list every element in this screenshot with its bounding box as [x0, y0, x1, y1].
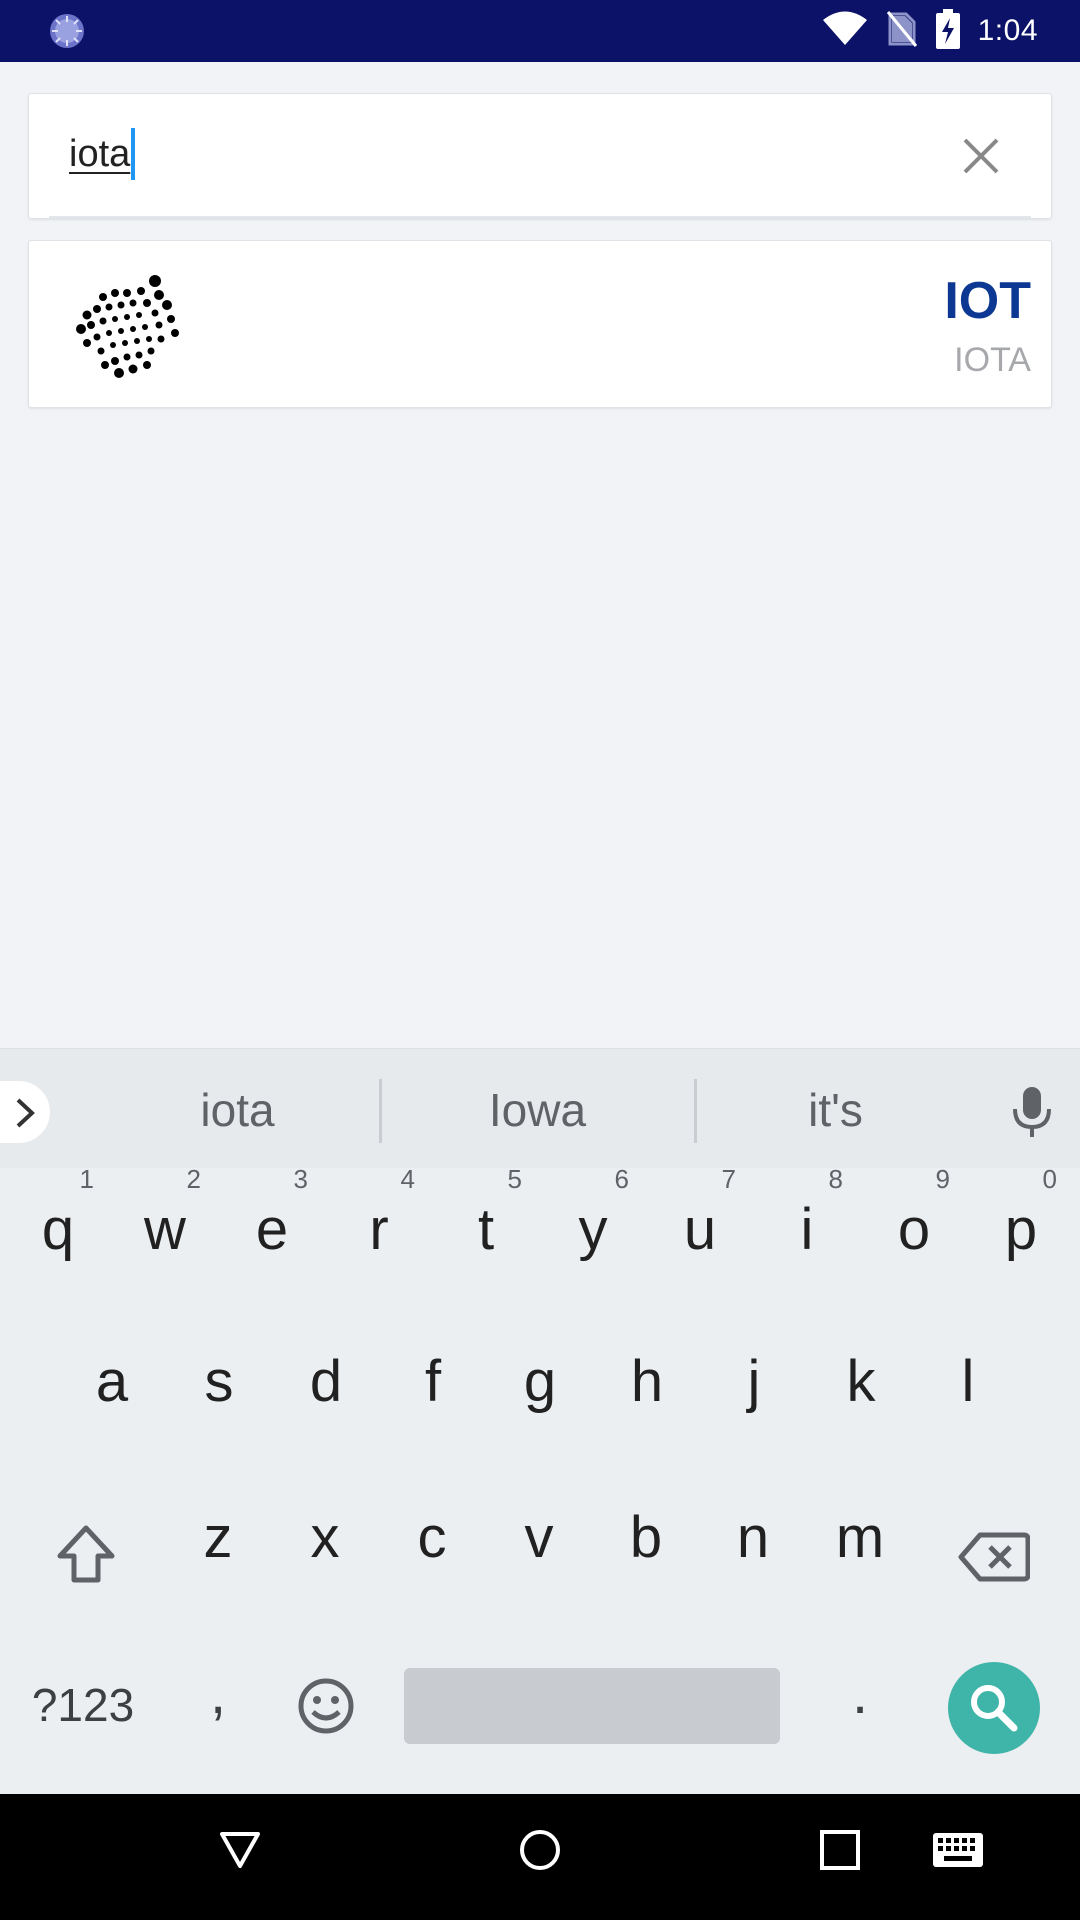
divider — [379, 1079, 382, 1143]
key-number-hint: 0 — [1042, 1164, 1057, 1194]
key-z[interactable]: z — [168, 1504, 268, 1571]
key-number-hint: 3 — [293, 1164, 308, 1194]
shift-key[interactable] — [36, 1524, 136, 1598]
battery-charging-icon — [935, 8, 960, 54]
soft-keyboard: iota Iowa it's q1w2e3r4t5y6u7i8o9p0 asdf… — [0, 1048, 1080, 1794]
search-icon — [971, 1685, 1018, 1732]
divider — [694, 1079, 697, 1143]
status-bar: 1:04 — [0, 0, 1080, 62]
emoji-key[interactable] — [276, 1676, 376, 1750]
key-j[interactable]: j — [704, 1348, 804, 1415]
navigation-bar — [0, 1794, 1080, 1920]
key-b[interactable]: b — [596, 1504, 696, 1571]
key-number-hint: 5 — [507, 1164, 522, 1194]
key-l[interactable]: l — [918, 1348, 1018, 1415]
period-key[interactable]: . — [810, 1660, 910, 1727]
key-u[interactable]: u7 — [650, 1164, 750, 1263]
keyboard-icon[interactable] — [932, 1832, 984, 1873]
search-input[interactable]: iota — [69, 124, 889, 184]
key-label: u — [683, 1197, 717, 1262]
space-key[interactable] — [404, 1668, 780, 1744]
search-key[interactable] — [948, 1662, 1040, 1754]
suggestion-3[interactable]: it's — [768, 1083, 903, 1137]
key-number-hint: 8 — [828, 1164, 843, 1194]
key-number-hint: 7 — [721, 1164, 736, 1194]
key-e[interactable]: e3 — [222, 1164, 322, 1263]
key-y[interactable]: y6 — [543, 1164, 643, 1263]
key-label: q — [41, 1197, 75, 1262]
key-label: e — [255, 1197, 289, 1262]
list-item-iota[interactable]: IOT IOTA — [28, 240, 1052, 408]
key-number-hint: 9 — [935, 1164, 950, 1194]
key-number-hint: 1 — [79, 1164, 94, 1194]
key-number-hint: 2 — [186, 1164, 201, 1194]
key-i[interactable]: i8 — [757, 1164, 857, 1263]
key-q[interactable]: q1 — [8, 1164, 108, 1263]
suggestion-1[interactable]: iota — [170, 1083, 305, 1137]
key-t[interactable]: t5 — [436, 1164, 536, 1263]
emoji-icon — [298, 1678, 354, 1734]
symbols-key[interactable]: ?123 — [28, 1678, 138, 1732]
search-box: iota — [28, 93, 1052, 219]
coin-name: IOTA — [954, 341, 1031, 379]
key-n[interactable]: n — [703, 1504, 803, 1571]
chevron-right-icon — [16, 1098, 35, 1128]
key-f[interactable]: f — [383, 1348, 483, 1415]
backspace-key[interactable] — [944, 1530, 1044, 1597]
backspace-icon — [958, 1532, 1031, 1582]
key-number-hint: 4 — [400, 1164, 415, 1194]
text-cursor — [131, 128, 136, 180]
key-label: i — [800, 1197, 814, 1262]
comma-key[interactable]: , — [168, 1660, 268, 1727]
wifi-icon — [822, 11, 868, 52]
key-s[interactable]: s — [169, 1348, 269, 1415]
search-underline — [49, 216, 1031, 218]
suggestion-2[interactable]: Iowa — [470, 1083, 605, 1137]
key-m[interactable]: m — [810, 1504, 910, 1571]
no-sim-icon — [886, 10, 918, 53]
key-a[interactable]: a — [62, 1348, 162, 1415]
key-label: y — [578, 1197, 608, 1262]
key-label: w — [144, 1197, 186, 1262]
suggestion-bar: iota Iowa it's — [0, 1048, 1080, 1168]
key-p[interactable]: p0 — [971, 1164, 1071, 1263]
key-d[interactable]: d — [276, 1348, 376, 1415]
key-v[interactable]: v — [489, 1504, 589, 1571]
key-c[interactable]: c — [382, 1504, 482, 1571]
microphone-icon[interactable] — [1008, 1085, 1056, 1139]
iota-logo — [75, 271, 195, 381]
coin-symbol: IOT — [944, 272, 1031, 330]
back-icon[interactable] — [218, 1828, 262, 1877]
key-h[interactable]: h — [597, 1348, 697, 1415]
key-label: r — [369, 1197, 389, 1262]
shift-icon — [57, 1525, 115, 1583]
expand-suggestions-button[interactable] — [0, 1081, 50, 1143]
loading-icon — [48, 12, 86, 50]
key-x[interactable]: x — [275, 1504, 375, 1571]
key-label: t — [477, 1197, 495, 1262]
key-o[interactable]: o9 — [864, 1164, 964, 1263]
key-r[interactable]: r4 — [329, 1164, 429, 1263]
key-g[interactable]: g — [490, 1348, 590, 1415]
clock: 1:04 — [977, 14, 1038, 47]
recents-icon[interactable] — [818, 1828, 862, 1877]
search-input-value: iota — [69, 132, 131, 175]
key-number-hint: 6 — [614, 1164, 629, 1194]
home-icon[interactable] — [518, 1828, 562, 1877]
key-k[interactable]: k — [811, 1348, 911, 1415]
key-label: o — [897, 1197, 931, 1262]
key-w[interactable]: w2 — [115, 1164, 215, 1263]
close-icon[interactable] — [957, 132, 1005, 180]
key-label: p — [1004, 1197, 1038, 1262]
